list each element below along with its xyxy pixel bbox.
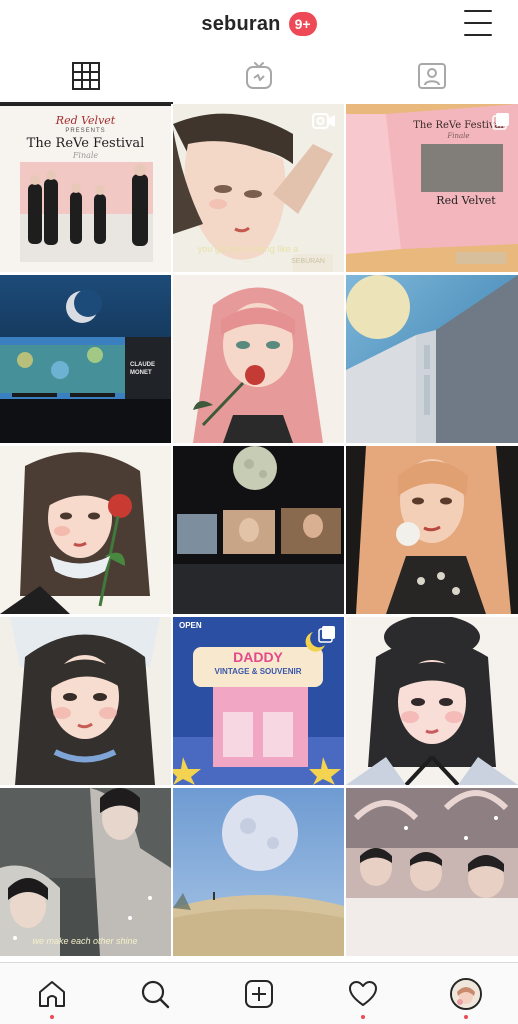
poster-title-text: The ReVe Festival [26,136,145,151]
sign-open-text: OPEN [179,621,202,630]
home-icon [38,980,65,1007]
post-thumbnail[interactable] [0,617,171,785]
post-thumbnail[interactable] [346,275,518,443]
nav-activity-button[interactable] [333,963,393,1024]
nav-home-button[interactable] [22,963,82,1024]
post-caption-text: we make each other shine [32,936,138,946]
poster-presents-text: PRESENTS [65,128,106,134]
profile-tabs [0,48,518,104]
tab-igtv[interactable] [173,48,346,104]
add-post-icon [244,979,273,1008]
exhibit-sign-text: CLAUDE MONET [130,362,155,376]
profile-header: seburan 9+ [0,0,518,48]
tab-grid[interactable] [0,48,173,104]
search-icon [142,980,170,1008]
album-brand-text: Red Velvet [436,194,496,207]
album-subtitle-text: Finale [447,132,470,140]
bottom-navigation [0,962,518,1024]
tagged-person-icon [417,63,446,89]
multiple-icon [318,626,335,643]
username-title[interactable]: seburan [201,13,280,36]
post-image-group-photo [346,788,518,956]
post-image-illustration [173,275,344,443]
post-thumbnail[interactable] [173,446,344,614]
post-thumbnail[interactable] [0,446,171,614]
post-thumbnail[interactable]: The ReVe Festival Finale Red Velvet [346,104,518,272]
grid-icon [72,62,101,90]
post-image-monet-exhibit [0,275,171,443]
nav-search-button[interactable] [125,963,185,1024]
post-thumbnail[interactable] [173,788,344,956]
poster-top-text: Red Velvet [55,114,116,127]
post-thumbnail[interactable] [346,446,518,614]
notification-badge[interactable]: 9+ [288,12,317,36]
post-thumbnail[interactable] [346,788,518,956]
multiple-icon [492,113,509,130]
profile-notification-dot [464,1014,469,1019]
nav-new-post-button[interactable] [229,963,289,1024]
igtv-icon [246,62,272,89]
nav-profile-button[interactable] [436,963,496,1024]
post-thumbnail[interactable]: OPEN DADDY VINTAGE & SOUVENIR [173,617,344,785]
video-icon [312,113,335,129]
profile-avatar [450,977,483,1010]
post-signature-text: SEBURAN [291,258,325,265]
post-thumbnail[interactable]: you got me running like a ... SEBURAN [173,104,344,272]
sign-brand-text: DADDY [233,649,283,665]
post-image-illustration [346,446,518,614]
hamburger-menu-icon[interactable] [464,10,492,36]
tab-tagged[interactable] [345,48,518,104]
post-thumbnail[interactable]: Red Velvet PRESENTS The ReVe Festival Fi… [0,104,171,272]
home-notification-dot [49,1014,54,1019]
post-thumbnail[interactable]: we make each other shine [0,788,171,956]
activity-notification-dot [360,1014,365,1019]
post-thumbnail[interactable] [346,617,518,785]
post-image-moon-gallery [173,446,344,614]
post-image-illustration [346,617,518,785]
post-image-moon-dune [173,788,344,956]
post-image-moon-building [346,275,518,443]
post-image-illustration [0,446,171,614]
posts-grid: Red Velvet PRESENTS The ReVe Festival Fi… [0,104,518,962]
post-thumbnail[interactable]: CLAUDE MONET [0,275,171,443]
post-thumbnail[interactable] [173,275,344,443]
post-image-sparkle-photo [0,788,171,956]
heart-icon [348,980,377,1006]
poster-subtitle-text: Finale [72,151,99,160]
post-image-illustration [0,617,171,785]
sign-line-text: VINTAGE & SOUVENIR [214,667,302,676]
